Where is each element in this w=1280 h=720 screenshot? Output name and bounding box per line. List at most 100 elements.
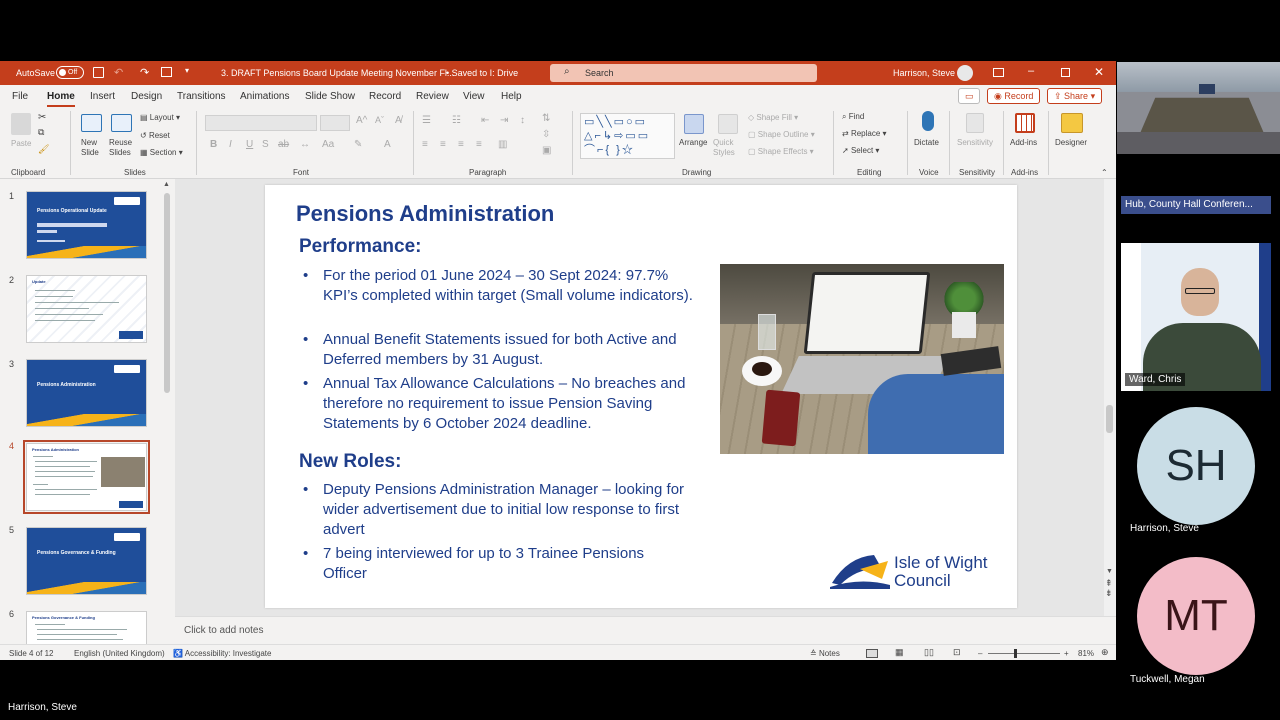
undo-icon[interactable]: ↶ — [114, 66, 123, 79]
format-painter-icon[interactable]: 🖌 — [38, 144, 49, 155]
search-box[interactable]: ⌕ Search — [550, 64, 817, 82]
replace-button[interactable]: ⇄ Replace ▾ — [842, 129, 887, 138]
strikethrough-icon[interactable]: ab — [278, 139, 289, 150]
bullets-icon[interactable]: ☰ — [422, 115, 431, 126]
fit-to-window-icon[interactable]: ⊕ — [1101, 647, 1109, 658]
add-ins-button[interactable]: Add-ins — [1010, 138, 1037, 147]
clear-formatting-icon[interactable]: A̸ — [395, 115, 402, 126]
shape-outline-button[interactable]: ▢ Shape Outline ▾ — [748, 130, 815, 139]
record-button[interactable]: ◉ Record — [987, 88, 1041, 104]
redo-icon[interactable]: ↷ — [140, 66, 149, 79]
account-name[interactable]: Harrison, Steve — [893, 68, 955, 78]
slide-thumbnail-5[interactable]: Pensions Governance & Funding — [26, 527, 147, 595]
close-icon[interactable]: ✕ — [1094, 65, 1104, 79]
scrollbar-thumb[interactable] — [1106, 405, 1113, 433]
tab-design[interactable]: Design — [131, 91, 162, 102]
slide-thumbnail-3[interactable]: Pensions Administration — [26, 359, 147, 427]
font-color-icon[interactable]: A — [384, 139, 391, 150]
font-name-field[interactable] — [205, 115, 317, 131]
quick-styles-button[interactable]: Quick Styles — [713, 138, 739, 158]
line-spacing-icon[interactable]: ↕ — [520, 115, 525, 126]
zoom-slider[interactable] — [988, 653, 1060, 654]
tab-insert[interactable]: Insert — [90, 91, 115, 102]
share-button[interactable]: ⇪ Share ▾ — [1047, 88, 1103, 104]
ribbon-display-icon[interactable] — [993, 68, 1004, 77]
shape-fill-button[interactable]: ◇ Shape Fill ▾ — [748, 113, 798, 122]
notes-placeholder[interactable]: Click to add notes — [184, 625, 264, 636]
autosave-toggle[interactable]: Off — [56, 66, 84, 79]
tab-home[interactable]: Home — [47, 91, 75, 107]
tab-transitions[interactable]: Transitions — [177, 91, 226, 102]
zoom-in-icon[interactable]: + — [1064, 649, 1069, 658]
underline-icon[interactable]: U — [246, 139, 253, 150]
designer-icon[interactable] — [1061, 113, 1083, 133]
shapes-gallery[interactable]: ▭╲╲▭○▭ △⌐↳⇨▭▭ ⌒⌐{ }☆ — [580, 113, 675, 159]
select-button[interactable]: ➚ Select ▾ — [842, 146, 879, 155]
slide-thumbnail-2[interactable]: Update — [26, 275, 147, 343]
reuse-slides-icon[interactable] — [111, 114, 132, 132]
present-icon[interactable] — [161, 67, 172, 77]
notes-toggle[interactable]: ≙ Notes — [810, 649, 840, 658]
slide-counter[interactable]: Slide 4 of 12 — [9, 649, 53, 658]
tab-review[interactable]: Review — [416, 91, 449, 102]
highlight-icon[interactable]: ✎ — [354, 139, 362, 150]
paste-button[interactable]: Paste — [11, 139, 31, 148]
text-direction-icon[interactable]: ⇅ — [542, 113, 550, 124]
change-case-icon[interactable]: Aa — [322, 139, 334, 150]
next-slide-icon[interactable]: ⇟ — [1105, 589, 1113, 598]
tab-view[interactable]: View — [463, 91, 485, 102]
font-size-field[interactable] — [320, 115, 350, 131]
zoom-level[interactable]: 81% — [1078, 649, 1094, 658]
shape-effects-button[interactable]: ▢ Shape Effects ▾ — [748, 147, 814, 156]
new-slide-button[interactable]: New Slide — [81, 138, 105, 158]
layout-button[interactable]: ▤ Layout ▾ — [140, 113, 180, 122]
scrollbar-thumb[interactable] — [164, 193, 170, 393]
notes-pane[interactable]: Click to add notes — [175, 616, 1116, 644]
numbering-icon[interactable]: ☷ — [452, 115, 461, 126]
reuse-slides-button[interactable]: Reuse Slides — [109, 138, 135, 158]
new-slide-icon[interactable] — [81, 114, 102, 132]
increase-font-icon[interactable]: A^ — [356, 115, 367, 126]
slide-thumbnail-4[interactable]: Pensions Administration — [23, 440, 150, 514]
list-item[interactable]: • For the period 01 June 2024 – 30 Sept 2… — [303, 266, 703, 306]
microphone-icon[interactable] — [922, 111, 934, 131]
accessibility-checker[interactable]: ♿ Accessibility: Investigate — [173, 649, 271, 658]
participant-video-tile[interactable]: Ward, Chris — [1121, 243, 1271, 391]
add-ins-icon[interactable] — [1015, 113, 1035, 133]
reset-button[interactable]: ↺ Reset — [140, 131, 170, 140]
bold-icon[interactable]: B — [210, 139, 217, 150]
decrease-indent-icon[interactable]: ⇤ — [481, 115, 489, 126]
zoom-out-icon[interactable]: – — [978, 649, 982, 658]
slideshow-view-icon[interactable]: ⊡ — [953, 647, 961, 658]
minimize-icon[interactable]: – — [1028, 65, 1034, 77]
arrange-icon[interactable] — [684, 114, 704, 134]
increase-indent-icon[interactable]: ⇥ — [500, 115, 508, 126]
shadow-icon[interactable]: S — [262, 139, 269, 150]
cut-icon[interactable]: ✂ — [38, 112, 46, 123]
tab-file[interactable]: File — [12, 91, 28, 102]
tab-help[interactable]: Help — [501, 91, 522, 102]
zoom-slider-thumb[interactable] — [1014, 649, 1017, 658]
char-spacing-icon[interactable]: ↔ — [300, 139, 310, 150]
align-center-icon[interactable]: ≡ — [440, 139, 446, 150]
sensitivity-button[interactable]: Sensitivity — [957, 138, 993, 147]
laptop-desk-photo[interactable] — [720, 264, 1004, 454]
reading-view-icon[interactable]: ▯▯ — [924, 647, 934, 658]
performance-heading[interactable]: Performance: — [299, 236, 422, 258]
slide-sorter-icon[interactable]: ▦ — [895, 647, 904, 658]
align-left-icon[interactable]: ≡ — [422, 139, 428, 150]
paste-icon[interactable] — [11, 113, 31, 135]
dictate-button[interactable]: Dictate — [914, 138, 939, 147]
scroll-up-icon[interactable]: ▲ — [163, 181, 170, 188]
comments-button[interactable]: ▭ — [958, 88, 980, 104]
avatar[interactable] — [957, 65, 973, 81]
align-text-icon[interactable]: ⇳ — [542, 129, 550, 140]
normal-view-icon[interactable] — [866, 649, 878, 658]
thumbnail-scrollbar[interactable]: ▲ — [161, 181, 173, 643]
align-right-icon[interactable]: ≡ — [458, 139, 464, 150]
sensitivity-icon[interactable] — [966, 113, 984, 133]
slide-thumbnail-6[interactable]: Pensions Governance & Funding — [26, 611, 147, 645]
participant-avatar[interactable]: SH — [1137, 407, 1255, 525]
restore-icon[interactable] — [1061, 68, 1070, 77]
quick-styles-icon[interactable] — [718, 114, 738, 134]
